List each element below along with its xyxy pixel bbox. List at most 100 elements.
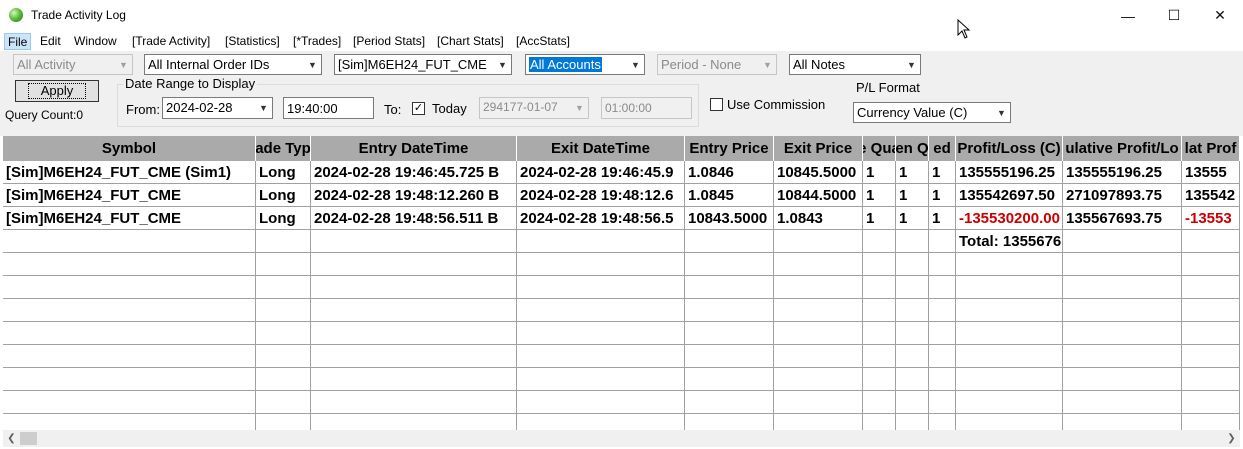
cell-cumulative-profit-loss[interactable]: 271097893.75 [1063,184,1182,207]
column-header-flat-profit[interactable]: lat Prof [1182,136,1240,161]
column-header-entry-datetime[interactable]: Entry DateTime [311,136,517,161]
title-bar [0,0,1243,31]
cell-profit-loss[interactable]: 135542697.50 [956,184,1063,207]
cell-flat-profit[interactable]: 13555 [1182,161,1240,184]
notes-filter-value: All Notes [793,57,846,72]
cell-entry-price[interactable]: 1.0846 [685,161,774,184]
cell-closed-quantity[interactable]: 1 [929,161,956,184]
grid-row-line [3,390,1240,391]
cell-exit-price[interactable]: 10845.5000 [774,161,863,184]
cell-symbol[interactable]: [Sim]M6EH24_FUT_CME [3,184,256,207]
minimize-button[interactable]: — [1105,0,1151,31]
use-commission-label: Use Commission [727,97,826,112]
cell-exit-datetime[interactable]: 2024-02-28 19:48:56.5 [517,207,685,230]
cell-entry-price[interactable]: 1.0845 [685,184,774,207]
column-header-entry-price[interactable]: Entry Price [685,136,774,161]
cell-entry-price[interactable]: 10843.5000 [685,207,774,230]
menu-edit[interactable]: Edit [37,33,64,50]
column-header-exit-datetime[interactable]: Exit DateTime [517,136,685,161]
chevron-down-icon: ▼ [997,107,1006,118]
cell-exit-datetime[interactable]: 2024-02-28 19:46:45.9 [517,161,685,184]
to-date-value: 294177-01-07 [483,100,558,114]
to-time-input[interactable]: 01:00:00 [601,97,692,119]
apply-button[interactable]: Apply [15,80,99,102]
cell-profit-loss[interactable]: 135555196.25 [956,161,1063,184]
cell-entry-datetime[interactable]: 2024-02-28 19:46:45.725 B [311,161,517,184]
activity-filter-combo[interactable]: All Activity ▼ [13,54,133,75]
cell-flat-profit[interactable]: 135542 [1182,184,1240,207]
cell-open-quantity[interactable]: 1 [896,207,929,230]
symbol-filter-combo[interactable]: [Sim]M6EH24_FUT_CME ▼ [334,54,512,75]
scroll-left-icon[interactable]: ❮ [3,430,20,447]
cell-exit-price[interactable]: 10844.5000 [774,184,863,207]
to-date-picker[interactable]: 294177-01-07 ▼ [479,97,589,119]
maximize-button[interactable]: ☐ [1151,0,1197,31]
accounts-filter-combo[interactable]: All Accounts ▼ [525,54,645,75]
cell-open-quantity[interactable]: 1 [896,161,929,184]
grid-row-line [3,367,1240,368]
symbol-filter-value: [Sim]M6EH24_FUT_CME [338,57,487,72]
order-id-filter-combo[interactable]: All Internal Order IDs ▼ [144,54,322,75]
close-button[interactable]: ✕ [1197,0,1243,31]
cell-entry-quantity[interactable]: 1 [863,184,896,207]
menu-trade-activity[interactable]: [Trade Activity] [129,33,213,50]
cell-closed-quantity[interactable]: 1 [929,207,956,230]
grid-row-line [3,413,1240,414]
trade-grid[interactable]: Symbol ade Typ Entry DateTime Exit DateTime… [3,136,1240,430]
notes-filter-combo[interactable]: All Notes ▼ [789,54,921,75]
cell-entry-quantity[interactable]: 1 [863,207,896,230]
menu-period-stats[interactable]: [Period Stats] [350,33,428,50]
cell-flat-profit[interactable]: -13553 [1182,207,1240,230]
cell-closed-quantity[interactable]: 1 [929,184,956,207]
menu-trades[interactable]: [*Trades] [290,33,344,50]
chevron-down-icon: ▼ [631,59,640,70]
cell-trade-type[interactable]: Long [256,161,311,184]
from-date-picker[interactable]: 2024-02-28 ▼ [162,97,273,119]
column-header-cumulative-profit-loss[interactable]: ulative Profit/Lo [1063,136,1182,161]
column-header-open-quantity[interactable]: en Q [896,136,929,161]
menu-acc-stats[interactable]: [AccStats] [513,33,573,50]
cell-entry-datetime[interactable]: 2024-02-28 19:48:12.260 B [311,184,517,207]
app-globe-icon [9,8,23,22]
cell-trade-type[interactable]: Long [256,207,311,230]
column-header-trade-type[interactable]: ade Typ [256,136,311,161]
cell-profit-loss[interactable]: -135530200.00 [956,207,1063,230]
column-header-closed-quantity[interactable]: ed [929,136,956,161]
from-time-input[interactable]: 19:40:00 [283,97,374,119]
use-commission-checkbox[interactable] [710,98,723,111]
scroll-right-icon[interactable]: ❯ [1223,430,1240,447]
cell-exit-datetime[interactable]: 2024-02-28 19:48:12.6 [517,184,685,207]
pl-format-combo[interactable]: Currency Value (C) ▼ [853,102,1011,123]
chevron-down-icon: ▼ [259,102,268,113]
accounts-filter-value: All Accounts [529,57,602,72]
window-title: Trade Activity Log [31,8,126,22]
cell-symbol[interactable]: [Sim]M6EH24_FUT_CME (Sim1) [3,161,256,184]
query-count: Query Count:0 [5,108,84,122]
menu-chart-stats[interactable]: [Chart Stats] [434,33,507,50]
grid-row-line [3,344,1240,345]
menu-window[interactable]: Window [71,33,120,50]
chevron-down-icon: ▼ [763,59,772,70]
cell-open-quantity[interactable]: 1 [896,184,929,207]
scroll-thumb[interactable] [20,432,37,445]
cell-entry-datetime[interactable]: 2024-02-28 19:48:56.511 B [311,207,517,230]
column-header-profit-loss[interactable]: Profit/Loss (C) [956,136,1063,161]
cell-entry-quantity[interactable]: 1 [863,161,896,184]
menu-statistics[interactable]: [Statistics] [222,33,283,50]
mouse-cursor-icon [957,19,971,39]
period-filter-combo[interactable]: Period - None ▼ [657,54,777,75]
to-label: To: [384,102,402,117]
cell-cumulative-profit-loss[interactable]: 135567693.75 [1063,207,1182,230]
menu-file[interactable]: File [4,33,32,50]
column-header-exit-price[interactable]: Exit Price [774,136,863,161]
column-header-symbol[interactable]: Symbol [3,136,256,161]
horizontal-scrollbar[interactable]: ❮ ❯ [3,430,1240,447]
from-label: From: [126,102,160,117]
today-checkbox[interactable]: ✓ [412,102,425,115]
cell-trade-type[interactable]: Long [256,184,311,207]
cell-cumulative-profit-loss[interactable]: 135555196.25 [1063,161,1182,184]
column-header-entry-quantity[interactable]: e Qua [863,136,896,161]
cell-exit-price[interactable]: 1.0843 [774,207,863,230]
cell-symbol[interactable]: [Sim]M6EH24_FUT_CME [3,207,256,230]
chevron-down-icon: ▼ [498,59,507,70]
